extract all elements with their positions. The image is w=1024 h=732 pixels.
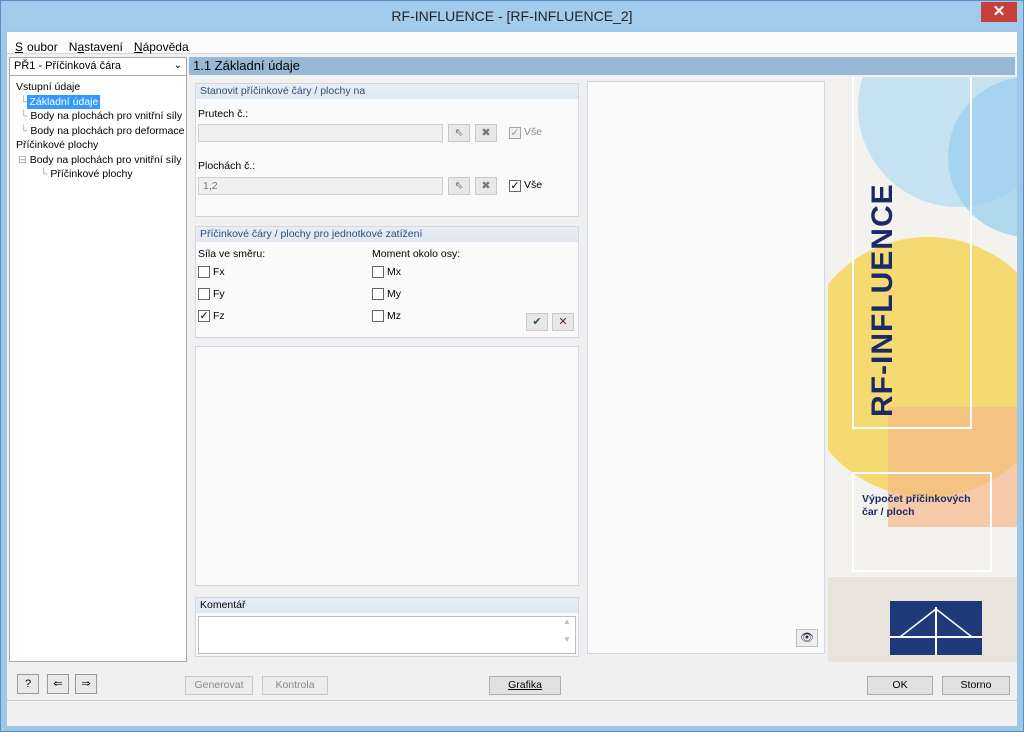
fy-checkbox[interactable] [198, 288, 210, 300]
determine-on-group: Stanovit příčinkové čáry / plochy na Pru… [195, 83, 579, 217]
surfaces-input[interactable]: 1,2 [198, 177, 443, 195]
surfaces-all-label: Vše [524, 179, 543, 191]
mz-checkbox[interactable] [372, 310, 384, 322]
app-window: RF-INFLUENCE - [RF-INFLUENCE_2] ✕ Soubor… [0, 0, 1024, 732]
mx-checkbox[interactable] [372, 266, 384, 278]
module-banner: RF-INFLUENCE Výpočet příčinkových čar / … [828, 77, 1017, 662]
graphics-button[interactable]: Grafika [489, 676, 561, 695]
menu-settings[interactable]: Nastavení [65, 36, 127, 54]
graphics-label: Grafika [508, 679, 542, 691]
banner-desc-line2: čar / ploch [862, 506, 915, 518]
tree-line-icon: └ [20, 124, 31, 137]
ok-button[interactable]: OK [867, 676, 933, 695]
menu-help-mnemonic: N [133, 40, 143, 54]
bridge-logo-icon [890, 601, 982, 655]
tree-line-icon: └ [20, 110, 31, 122]
navigator-panel: PŘ1 - Příčinková čára ⌄ Vstupní údaje └ Z… [9, 57, 187, 662]
tree-item-influence-surfaces-sub[interactable]: └ Příčinkové plochy [10, 167, 186, 182]
banner-title: RF-INFLUENCE [866, 183, 899, 417]
tree-item-surfaces-forces[interactable]: ⊟ Body na plochách pro vnitřní síly [10, 153, 186, 168]
fz-label: Fz [213, 310, 225, 322]
menu-file[interactable]: Soubor [7, 32, 62, 54]
fx-label: Fx [213, 266, 225, 278]
members-input[interactable] [198, 124, 443, 142]
uncheck-all-icon[interactable]: ✕ [552, 313, 574, 331]
scrollbar[interactable]: ▲ ▼ [559, 617, 575, 653]
tree-item-label: Příčinkové plochy [50, 168, 133, 180]
comment-textarea[interactable]: ▲ ▼ [198, 616, 576, 654]
tree-item-points-forces[interactable]: └ Body na plochách pro vnitřní síly [10, 109, 186, 124]
select-pointer-icon[interactable]: ⇖ [448, 177, 470, 195]
banner-desc-line1: Výpočet příčinkových [862, 493, 971, 505]
eye-icon[interactable]: 👁 [796, 629, 818, 647]
close-button[interactable]: ✕ [981, 2, 1017, 22]
tree-item-label: Body na plochách pro deformace [30, 124, 185, 137]
fy-label: Fy [213, 288, 225, 300]
tree-item-input-data[interactable]: Vstupní údaje [10, 80, 186, 95]
mz-label: Mz [387, 310, 401, 322]
tree-item-label: Vstupní údaje [16, 81, 81, 93]
force-direction-label: Síla ve směru: [198, 248, 266, 260]
menu-file-rest: oubor [27, 40, 58, 54]
menu-bar: Soubor Nastavení Nápověda [7, 32, 1017, 54]
window-title: RF-INFLUENCE - [RF-INFLUENCE_2] [391, 8, 633, 24]
bridge-logo-svg [890, 607, 982, 655]
my-checkbox[interactable] [372, 288, 384, 300]
menu-settings-mnemonic: a [77, 40, 85, 54]
tree-item-influence-surfaces[interactable]: Příčinkové plochy [10, 138, 186, 153]
tree-item-label: Příčinkové plochy [16, 139, 99, 151]
module-case-value: PŘ1 - Příčinková čára [14, 60, 121, 72]
import-icon[interactable]: ⇐ [47, 674, 69, 694]
title-bar: RF-INFLUENCE - [RF-INFLUENCE_2] ✕ [1, 1, 1023, 31]
status-bar [7, 700, 1017, 720]
help-icon[interactable]: ? [17, 674, 39, 694]
mx-label: Mx [387, 266, 401, 278]
tree-line-icon: └ [40, 168, 51, 180]
preview-panel: 👁 [587, 81, 825, 654]
tree-item-points-deformations[interactable]: └ Body na plochách pro deformace [10, 124, 186, 139]
module-case-select[interactable]: PŘ1 - Příčinková čára ⌄ [10, 58, 186, 76]
menu-help[interactable]: Nápověda [130, 36, 193, 54]
check-all-icon[interactable]: ✔ [526, 313, 548, 331]
surfaces-label: Plochách č.: [198, 160, 256, 172]
check-button[interactable]: Kontrola [262, 676, 328, 695]
group-title: Stanovit příčinkové čáry / plochy na [196, 84, 578, 99]
banner-description: Výpočet příčinkových čar / ploch [862, 493, 971, 519]
group-title: Příčinkové čáry / plochy pro jednotkové … [196, 227, 578, 242]
select-pointer-icon[interactable]: ⇖ [448, 124, 470, 142]
client-area: PŘ1 - Příčinková čára ⌄ Vstupní údaje └ Z… [7, 54, 1017, 726]
details-panel [195, 346, 579, 586]
tree-item-label: Body na plochách pro vnitřní síly [29, 153, 182, 166]
members-all-checkbox[interactable]: ✓ [509, 127, 521, 139]
tree-item-label: Základní údaje [27, 94, 101, 109]
generate-button[interactable]: Generovat [185, 676, 253, 695]
tree-item-label: Body na plochách pro vnitřní síly [30, 110, 183, 122]
comment-title: Komentář [196, 598, 578, 613]
fz-checkbox[interactable]: ✓ [198, 310, 210, 322]
moment-axis-label: Moment okolo osy: [372, 248, 461, 260]
nav-tree: Vstupní údaje └ Základní údaje └ Body na … [10, 80, 186, 182]
menu-help-rest: ápověda [142, 40, 189, 54]
members-all-label: Vše [524, 126, 543, 138]
menu-settings-pre: N [68, 40, 78, 54]
tree-line-icon: └ [20, 95, 28, 108]
tree-item-basic-data[interactable]: └ Základní údaje [10, 94, 186, 109]
my-label: My [387, 288, 401, 300]
fx-checkbox[interactable] [198, 266, 210, 278]
banner-desc-frame [852, 472, 992, 572]
export-icon[interactable]: ⇒ [75, 674, 97, 694]
comment-group: Komentář ▲ ▼ [195, 597, 579, 657]
page-title: 1.1 Základní údaje [189, 57, 1015, 75]
menu-file-mnemonic: S [15, 40, 24, 54]
delete-x-icon[interactable]: ✖ [475, 124, 497, 142]
menu-settings-rest: stavení [84, 40, 123, 54]
delete-x-icon[interactable]: ✖ [475, 177, 497, 195]
unit-load-group: Příčinkové čáry / plochy pro jednotkové … [195, 226, 579, 338]
chevron-down-icon: ⌄ [173, 60, 182, 71]
cancel-button[interactable]: Storno [942, 676, 1010, 695]
members-label: Prutech č.: [198, 108, 249, 120]
surfaces-all-checkbox[interactable]: ✓ [509, 180, 521, 192]
tree-collapse-icon[interactable]: ⊟ [18, 154, 30, 166]
